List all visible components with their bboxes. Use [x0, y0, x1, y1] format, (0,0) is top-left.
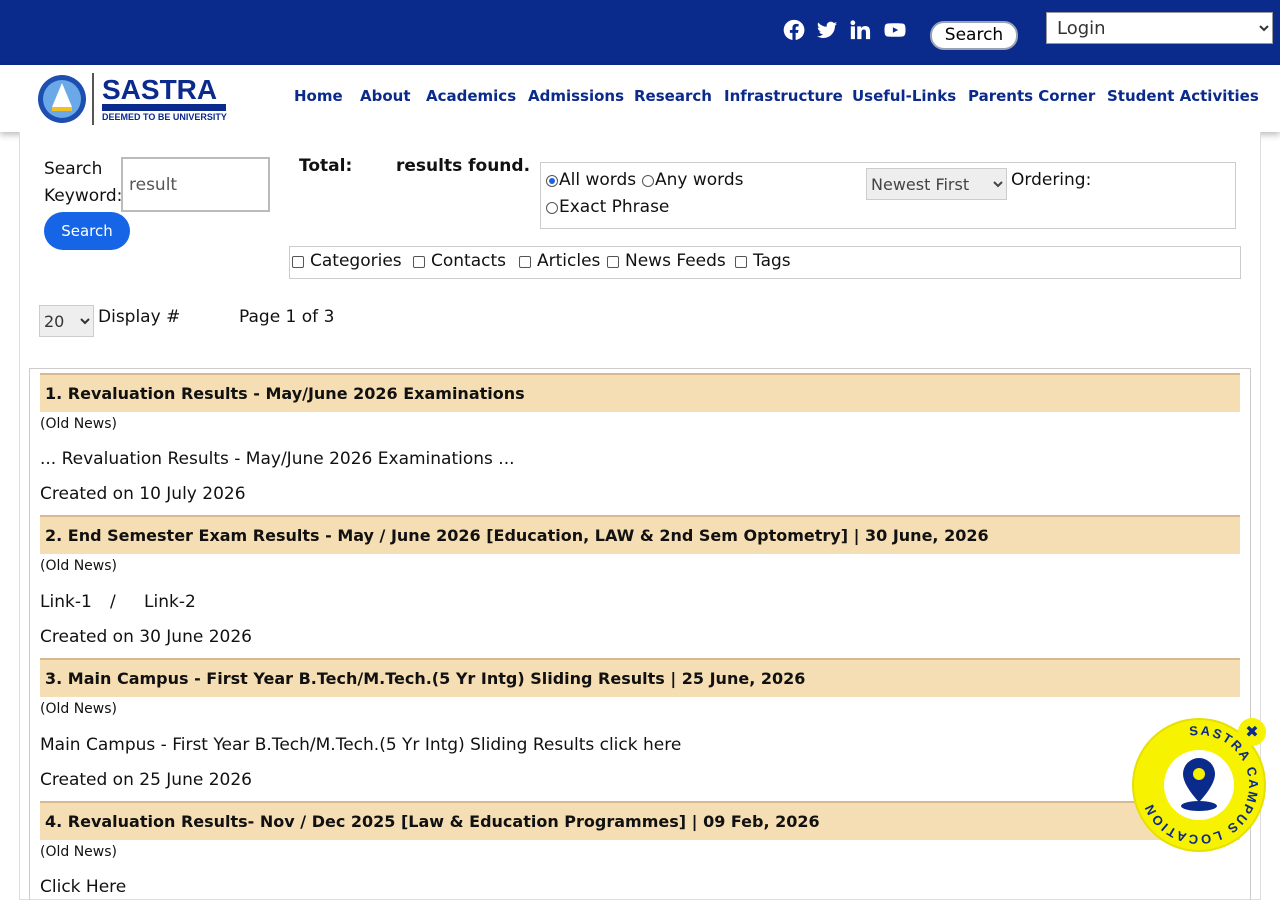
location-pin-icon — [1181, 758, 1217, 811]
result-category: (Old News) — [40, 416, 117, 432]
linkedin-icon[interactable] — [849, 17, 871, 43]
sastra-logo[interactable]: SASTRA DEEMED TO BE UNIVERSITY — [30, 73, 228, 125]
page-counter: Page 1 of 3 — [239, 307, 335, 327]
youtube-icon[interactable] — [882, 17, 908, 43]
nav-academics[interactable]: Academics — [426, 87, 516, 105]
result-title[interactable]: 1. Revaluation Results - May/June 2026 E… — [40, 373, 1240, 412]
exact-phrase-label: Exact Phrase — [559, 197, 670, 217]
keyword-label: Search — [44, 159, 103, 179]
checkbox-categories[interactable] — [292, 256, 304, 268]
result-link-2[interactable]: Link-2 — [144, 592, 196, 612]
all-words-label: All words — [559, 170, 637, 190]
search-keyword-input[interactable] — [121, 157, 270, 212]
checkbox-articles[interactable] — [519, 256, 531, 268]
result-category: (Old News) — [40, 844, 117, 860]
badge-inner — [1164, 750, 1234, 820]
checkbox-tags[interactable] — [735, 256, 747, 268]
result-title[interactable]: 4. Revaluation Results- Nov / Dec 2025 [… — [40, 801, 1240, 840]
result-text[interactable]: Main Campus - First Year B.Tech/M.Tech.(… — [40, 735, 681, 755]
ordering-select[interactable]: Newest First — [866, 168, 1007, 200]
result-link[interactable]: Click Here — [40, 877, 126, 897]
nav-home[interactable]: Home — [294, 87, 343, 105]
checkbox-news-feeds[interactable] — [607, 256, 619, 268]
nav-research[interactable]: Research — [634, 87, 712, 105]
top-bar: Search Login — [0, 0, 1280, 65]
result-date: Created on 30 June 2026 — [40, 627, 252, 647]
results-found-text: results found. — [396, 156, 531, 176]
result-category: (Old News) — [40, 701, 117, 717]
contacts-label: Contacts — [431, 251, 506, 271]
nav-infrastructure[interactable]: Infrastructure — [724, 87, 843, 105]
categories-label: Categories — [310, 251, 402, 271]
result-date: Created on 10 July 2026 — [40, 484, 246, 504]
tags-label: Tags — [753, 251, 791, 271]
nav-student-activities[interactable]: Student Activities — [1107, 87, 1259, 105]
result-title[interactable]: 3. Main Campus - First Year B.Tech/M.Tec… — [40, 658, 1240, 697]
checkbox-contacts[interactable] — [413, 256, 425, 268]
nav-admissions[interactable]: Admissions — [528, 87, 624, 105]
logo-text: SASTRA — [102, 74, 217, 105]
badge-close-icon[interactable]: ✖ — [1238, 718, 1266, 746]
result-date: Created on 25 June 2026 — [40, 770, 252, 790]
main-header: SASTRA DEEMED TO BE UNIVERSITY Home Abou… — [0, 65, 1280, 132]
display-limit-select[interactable]: 20 — [39, 305, 94, 337]
total-label: Total: — [299, 156, 353, 176]
logo-subtext: DEEMED TO BE UNIVERSITY — [102, 112, 227, 122]
any-words-label: Any words — [655, 170, 744, 190]
nav-parents-corner[interactable]: Parents Corner — [968, 87, 1095, 105]
nav-about[interactable]: About — [360, 87, 411, 105]
nav-useful-links[interactable]: Useful-Links — [852, 87, 956, 105]
link-separator: / — [110, 592, 116, 612]
articles-label: Articles — [537, 251, 601, 271]
result-category: (Old News) — [40, 558, 117, 574]
radio-all-words[interactable] — [546, 175, 558, 187]
radio-exact-phrase[interactable] — [546, 202, 558, 214]
result-title[interactable]: 2. End Semester Exam Results - May / Jun… — [40, 515, 1240, 554]
keyword-label-2: Keyword: — [44, 186, 123, 206]
facebook-icon[interactable] — [782, 17, 806, 43]
login-select[interactable]: Login — [1046, 12, 1273, 44]
result-text: ... Revaluation Results - May/June 2026 … — [40, 449, 515, 469]
result-link-1[interactable]: Link-1 — [40, 592, 92, 612]
search-button[interactable]: Search — [44, 212, 130, 250]
radio-any-words[interactable] — [642, 175, 654, 187]
twitter-icon[interactable] — [815, 17, 839, 43]
display-label: Display # — [98, 307, 181, 327]
top-search-button[interactable]: Search — [930, 21, 1018, 50]
ordering-label: Ordering: — [1011, 170, 1092, 190]
news-feeds-label: News Feeds — [625, 251, 726, 271]
